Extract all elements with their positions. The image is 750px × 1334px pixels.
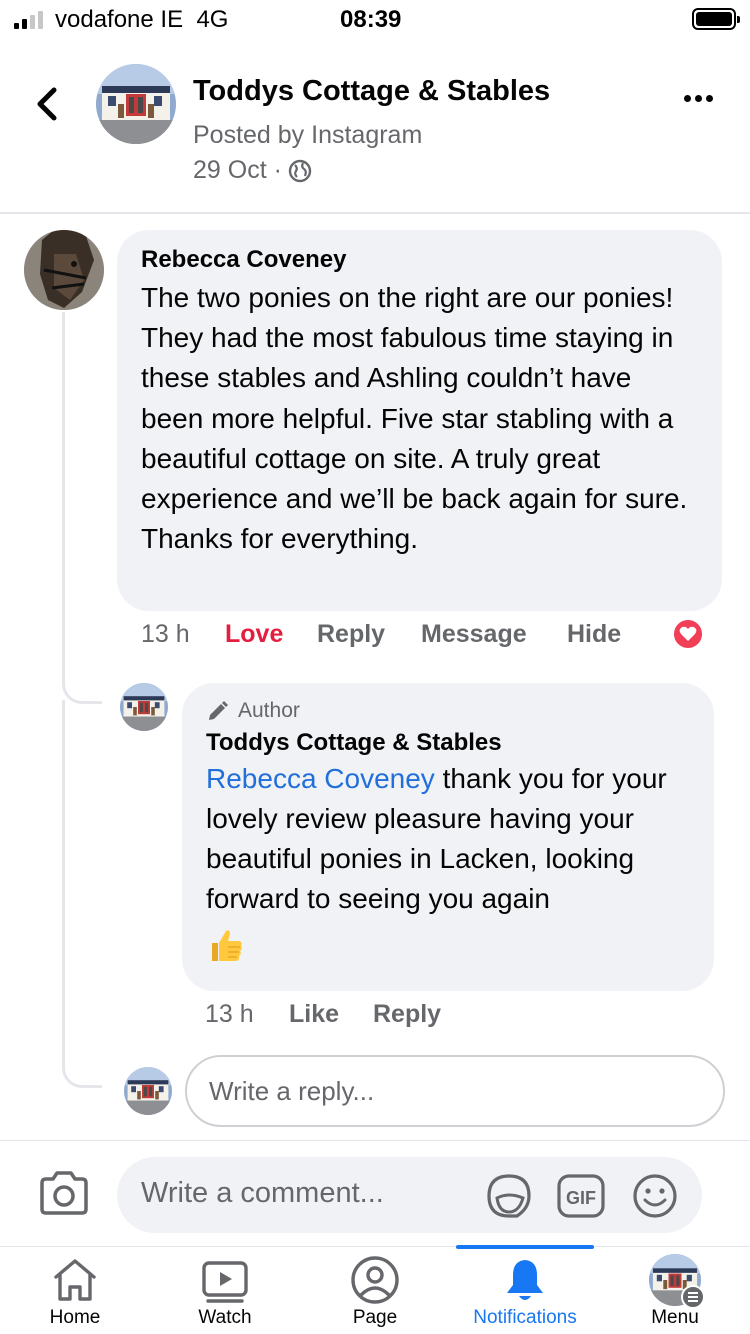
author-badge: Author xyxy=(206,699,690,723)
reply-time: 13 h xyxy=(205,1000,254,1028)
nav-item-watch[interactable]: Watch xyxy=(180,1247,270,1334)
cottage-photo xyxy=(96,64,176,144)
home-icon xyxy=(54,1259,96,1301)
camera-icon xyxy=(40,1171,88,1215)
bell-icon xyxy=(507,1260,543,1300)
like-button[interactable]: Like xyxy=(289,1000,339,1029)
reply-button[interactable]: Reply xyxy=(373,1000,441,1029)
reply-bubble: Author Toddys Cottage & Stables Rebecca … xyxy=(182,683,714,991)
reply-actions: 13 h Like Reply xyxy=(205,1000,505,1036)
thread-connector xyxy=(62,700,102,1088)
sticker-button[interactable] xyxy=(485,1172,533,1220)
nav-item-notifications[interactable]: Notifications xyxy=(455,1247,595,1334)
nav-label-home: Home xyxy=(49,1307,101,1328)
post-date: 29 Oct · xyxy=(193,156,312,185)
nav-label-page: Page xyxy=(352,1307,398,1328)
globe-icon xyxy=(288,159,312,182)
comment-composer: Write a comment... GIF xyxy=(0,1140,750,1246)
status-time: 08:39 xyxy=(340,6,402,33)
profile-icon xyxy=(351,1256,399,1304)
thread-connector xyxy=(62,312,102,704)
smiley-icon xyxy=(633,1174,677,1218)
thumbs-up-emoji xyxy=(206,925,246,965)
nav-label-watch: Watch xyxy=(198,1307,252,1328)
more-dots-icon xyxy=(684,95,691,102)
love-button[interactable]: Love xyxy=(225,620,283,649)
menu-icon xyxy=(681,1285,705,1309)
cottage-photo xyxy=(124,1067,172,1115)
post-header: Toddys Cottage & Stables Posted by Insta… xyxy=(0,40,750,214)
nav-label-menu: Menu xyxy=(651,1307,699,1328)
more-options-button[interactable] xyxy=(684,95,713,102)
cottage-photo xyxy=(120,683,168,731)
message-button[interactable]: Message xyxy=(421,620,527,649)
comment-author-name[interactable]: Rebecca Coveney xyxy=(141,246,698,274)
sticker-icon xyxy=(487,1174,531,1218)
nav-item-menu[interactable]: Menu xyxy=(630,1247,720,1334)
current-user-avatar xyxy=(124,1067,172,1115)
status-bar: vodafone IE 4G 08:39 xyxy=(0,0,750,40)
signal-strength-icon xyxy=(14,11,43,29)
reply-input-placeholder: Write a reply... xyxy=(209,1075,375,1106)
comment-time: 13 h xyxy=(141,620,190,648)
pony-photo xyxy=(24,230,104,310)
reply-text: Rebecca Coveney thank you for your lovel… xyxy=(206,763,667,914)
gif-icon: GIF xyxy=(557,1174,605,1218)
page-title[interactable]: Toddys Cottage & Stables xyxy=(193,75,550,108)
heart-icon xyxy=(672,618,704,650)
page-avatar[interactable] xyxy=(96,64,176,144)
nav-item-home[interactable]: Home xyxy=(30,1247,120,1334)
carrier-label: vodafone IE 4G xyxy=(55,6,229,33)
reply-author-name[interactable]: Toddys Cottage & Stables xyxy=(206,729,690,757)
battery-icon xyxy=(692,8,740,30)
reply-input[interactable]: Write a reply... xyxy=(185,1055,725,1127)
nav-item-page[interactable]: Page xyxy=(330,1247,420,1334)
emoji-button[interactable] xyxy=(631,1172,679,1220)
commenter-avatar[interactable] xyxy=(24,230,104,310)
svg-text:GIF: GIF xyxy=(566,1188,596,1208)
nav-label-notifications: Notifications xyxy=(473,1307,577,1328)
posted-by-label: Posted by Instagram xyxy=(193,121,423,149)
comment-bubble: Rebecca Coveney The two ponies on the ri… xyxy=(117,230,722,611)
reply-author-avatar[interactable] xyxy=(120,683,168,731)
camera-button[interactable] xyxy=(38,1169,90,1217)
gif-button[interactable]: GIF xyxy=(557,1174,605,1218)
pencil-icon xyxy=(209,701,228,720)
comment-input-placeholder: Write a comment... xyxy=(141,1177,384,1209)
hide-button[interactable]: Hide xyxy=(567,620,621,649)
watch-icon xyxy=(202,1261,248,1303)
comment-text: The two ponies on the right are our poni… xyxy=(141,282,688,555)
back-button[interactable] xyxy=(28,82,68,126)
comment-input[interactable]: Write a comment... GIF xyxy=(117,1157,702,1233)
mention-link[interactable]: Rebecca Coveney xyxy=(206,763,435,794)
comment-actions: 13 h Love Reply Message Hide 1 xyxy=(141,618,731,656)
chevron-left-icon xyxy=(37,87,57,121)
reply-button[interactable]: Reply xyxy=(317,620,385,649)
bottom-navigation: Home Watch Page Notifications Menu xyxy=(0,1245,750,1334)
